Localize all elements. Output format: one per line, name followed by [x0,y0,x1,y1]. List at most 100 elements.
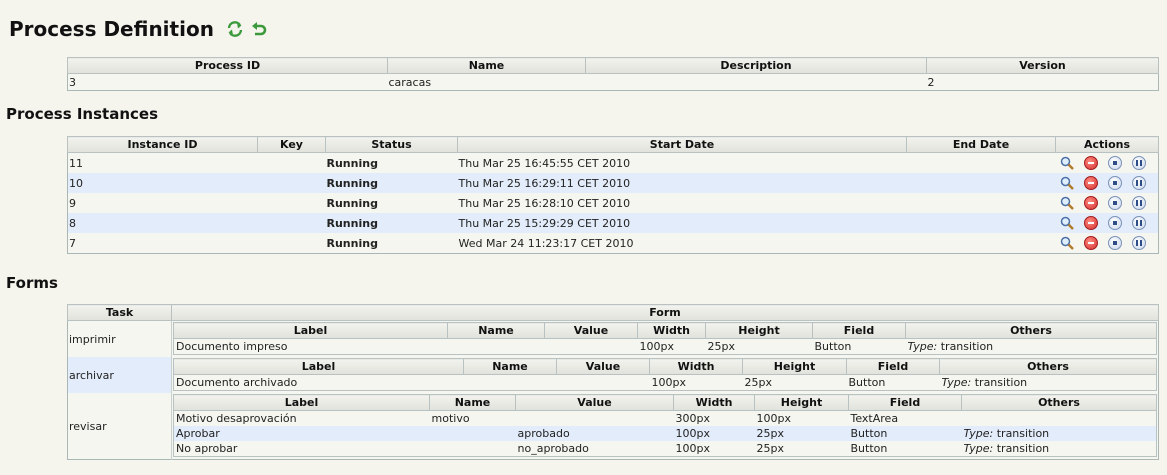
type-label: Type: [963,442,994,455]
back-arrow-icon[interactable] [250,20,268,38]
process-name: caracas [387,73,586,91]
field-type: Button [846,374,940,391]
column-header[interactable]: Name [447,322,545,339]
column-header[interactable]: Start Date [457,136,907,153]
column-header[interactable]: Height [754,394,849,411]
start-date: Thu Mar 25 16:45:55 CET 2010 [457,152,907,173]
column-header[interactable]: Description [585,57,927,74]
process-version: 2 [926,73,1159,91]
status-text: Running [325,233,458,254]
type-value: transition [996,442,1050,455]
column-header[interactable]: Name [387,57,586,74]
status-text: Running [325,152,458,173]
process-definition-table: Process ID Name Description Version 3 ca… [67,57,1159,91]
column-header[interactable]: Form [171,304,1159,321]
instance-id: 7 [67,233,258,254]
table-row[interactable]: Documento impreso 100px 25px Button Type: tr… [173,338,1157,355]
delete-icon[interactable] [1083,216,1098,230]
stop-icon[interactable] [1107,216,1122,230]
magnifier-icon[interactable] [1060,156,1074,170]
column-header[interactable]: Name [429,394,516,411]
column-header[interactable]: Height [705,322,813,339]
magnifier-icon[interactable] [1060,236,1074,250]
pause-icon[interactable] [1131,216,1146,230]
column-header[interactable]: Others [939,358,1157,375]
column-header[interactable]: End Date [906,136,1056,153]
table-row[interactable]: Motivo desaprovación motivo 300px 100px Text… [173,410,1157,426]
task-name: imprimir [67,320,172,357]
stop-icon[interactable] [1107,176,1122,190]
list-item[interactable]: revisar Label Name Value Width Height Field Oth… [67,393,1159,460]
stop-icon[interactable] [1107,156,1122,170]
column-header[interactable]: Value [556,358,650,375]
delete-icon[interactable] [1083,236,1098,250]
column-header[interactable]: Width [637,322,706,339]
magnifier-icon[interactable] [1060,196,1074,210]
field-height: 25px [754,426,849,441]
form-cell: Label Name Value Width Height Field Others Moti… [171,393,1159,460]
instance-key [257,193,326,213]
column-header[interactable]: Value [544,322,638,339]
delete-icon[interactable] [1083,196,1098,210]
column-header[interactable]: Others [961,394,1157,411]
list-item[interactable]: imprimir Label Name Value Width Height Field Ot… [67,320,1159,357]
end-date [906,233,1056,254]
column-header[interactable]: Process ID [67,57,388,74]
column-header[interactable]: Height [742,358,847,375]
table-row[interactable]: 8 Running Thu Mar 25 15:29:29 CET 2010 [67,213,1159,233]
pause-icon[interactable] [1131,236,1146,250]
list-item[interactable]: archivar Label Name Value Width Height Field Ot… [67,357,1159,393]
column-header[interactable]: Label [173,394,430,411]
column-header[interactable]: Label [173,358,464,375]
table-row[interactable]: 10 Running Thu Mar 25 16:29:11 CET 2010 [67,173,1159,193]
table-row[interactable]: Aprobar aprobado 100px 25px Button Type: tran… [173,426,1157,441]
field-width: 300px [673,410,755,426]
form-fields-table: Label Name Value Width Height Field Others Moti… [173,394,1157,457]
page-title: Process Definition [9,17,214,41]
field-value [515,410,674,426]
column-header[interactable]: Task [67,304,172,321]
instance-id: 8 [67,213,258,233]
process-description [585,73,927,91]
column-header[interactable]: Label [173,322,448,339]
table-row[interactable]: Documento archivado 100px 25px Button Type: … [173,374,1157,391]
instance-key [257,233,326,254]
column-header[interactable]: Version [926,57,1159,74]
instance-key [257,173,326,193]
delete-icon[interactable] [1083,156,1098,170]
column-header[interactable]: Field [812,322,906,339]
column-header[interactable]: Width [673,394,755,411]
magnifier-icon[interactable] [1060,216,1074,230]
column-header[interactable]: Instance ID [67,136,258,153]
table-row[interactable]: 9 Running Thu Mar 25 16:28:10 CET 2010 [67,193,1159,213]
table-row[interactable]: 3 caracas 2 [67,73,1159,91]
column-header[interactable]: Field [848,394,962,411]
delete-icon[interactable] [1083,176,1098,190]
refresh-icon[interactable] [226,20,244,38]
row-actions [1055,213,1159,233]
column-header[interactable]: Status [325,136,458,153]
column-header[interactable]: Value [515,394,674,411]
pause-icon[interactable] [1131,196,1146,210]
stop-icon[interactable] [1107,196,1122,210]
table-row[interactable]: 7 Running Wed Mar 24 11:23:17 CET 2010 [67,233,1159,254]
table-row[interactable]: 11 Running Thu Mar 25 16:45:55 CET 2010 [67,152,1159,173]
field-label: Documento archivado [173,374,464,391]
column-header[interactable]: Key [257,136,326,153]
type-value: transition [940,340,994,353]
column-header[interactable]: Name [463,358,557,375]
column-header[interactable]: Width [649,358,743,375]
column-header[interactable]: Field [846,358,940,375]
stop-icon[interactable] [1107,236,1122,250]
status-text: Running [325,193,458,213]
type-label: Type: [963,427,994,440]
column-header[interactable]: Actions [1055,136,1159,153]
magnifier-icon[interactable] [1060,176,1074,190]
field-name [429,426,516,441]
field-width: 100px [673,441,755,457]
table-row[interactable]: No aprobar no_aprobado 100px 25px Button Type… [173,441,1157,457]
form-fields-table: Label Name Value Width Height Field Others Docu… [173,358,1157,391]
column-header[interactable]: Others [905,322,1157,339]
pause-icon[interactable] [1131,176,1146,190]
pause-icon[interactable] [1131,156,1146,170]
